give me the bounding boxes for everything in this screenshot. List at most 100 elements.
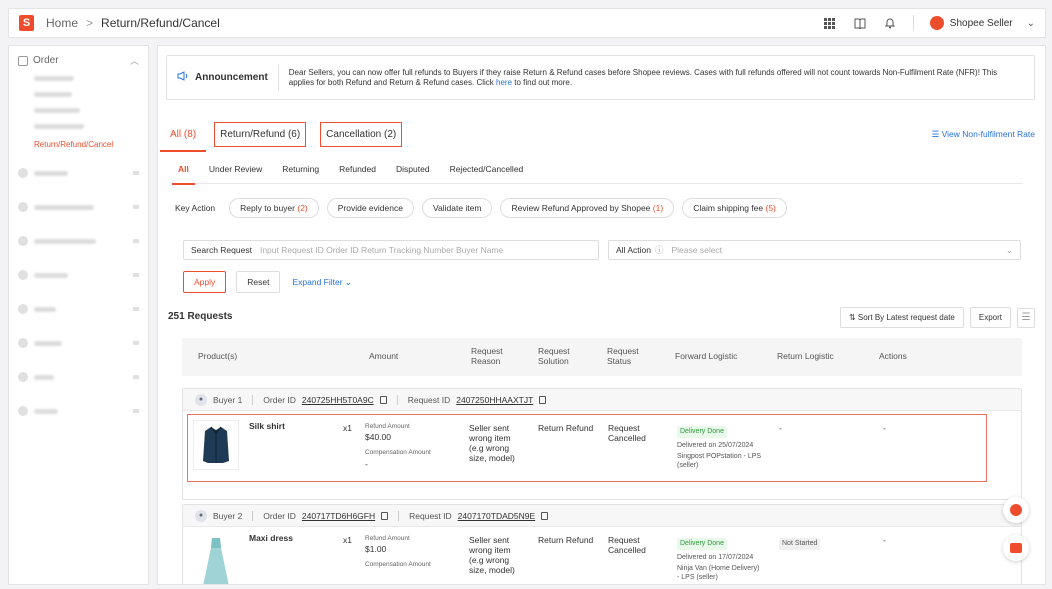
sidebar-category-blurred[interactable] xyxy=(18,270,139,280)
chevron-down-icon: ⌄ xyxy=(1005,244,1013,255)
sort-button[interactable]: ⇅ Sort By Latest request date xyxy=(840,307,964,328)
copy-icon[interactable] xyxy=(541,511,549,520)
chevron-down-icon: ⌄ xyxy=(1026,17,1035,29)
col-amount: Amount xyxy=(369,351,399,361)
chip-reply-to-buyer[interactable]: Reply to buyer (2) xyxy=(229,198,319,218)
announcement-link[interactable]: here xyxy=(496,78,512,87)
subtab-refunded[interactable]: Refunded xyxy=(339,154,376,184)
announcement-body-end: to find out more. xyxy=(512,77,573,87)
speaker-icon xyxy=(177,71,189,84)
seller-name: Shopee Seller xyxy=(949,17,1013,29)
tab-cancellation[interactable]: Cancellation (2) xyxy=(320,121,403,147)
filter-buttons: Apply Reset Expand Filter ⌄ xyxy=(183,271,352,293)
floating-assistant-button[interactable] xyxy=(1003,497,1029,523)
order-card: ● Buyer 1 Order ID 240725HH5T0A9C Reques… xyxy=(182,388,1022,500)
copy-icon[interactable] xyxy=(379,395,387,404)
reset-button[interactable]: Reset xyxy=(236,271,281,293)
chevron-down-icon xyxy=(133,171,139,175)
order-card: ● Buyer 2 Order ID 240717TD6H6GFH Reques… xyxy=(182,504,1022,584)
copy-icon[interactable] xyxy=(539,395,547,404)
key-action-row: Key Action Reply to buyer (2) Provide ev… xyxy=(175,198,787,218)
sidebar-subitem-blurred[interactable] xyxy=(34,124,84,129)
compensation-label: Compensation Amount xyxy=(365,449,431,456)
sidebar-category-blurred[interactable] xyxy=(18,372,139,382)
subtab-rejected-cancelled[interactable]: Rejected/Cancelled xyxy=(450,154,524,184)
seller-account-menu[interactable]: Shopee Seller ⌄ xyxy=(929,16,1035,30)
product-name[interactable]: Maxi dress xyxy=(249,533,293,543)
request-id-label: Request ID xyxy=(409,510,452,521)
chip-provide-evidence[interactable]: Provide evidence xyxy=(326,198,414,218)
sidebar-category-blurred[interactable] xyxy=(18,168,139,178)
sidebar-item-label: Order xyxy=(33,55,59,66)
table-row[interactable]: Silk shirt x1 Refund Amount $40.00 Compe… xyxy=(183,411,1021,501)
assistant-icon xyxy=(1010,504,1022,516)
forward-carrier: Singpost POPstation - LPS (seller) xyxy=(677,453,762,469)
chip-claim-shipping-fee[interactable]: Claim shipping fee (5) xyxy=(682,198,787,218)
request-solution: Return Refund xyxy=(538,535,594,545)
copy-icon[interactable] xyxy=(381,511,389,520)
bell-icon[interactable] xyxy=(883,16,897,30)
view-nfr-link[interactable]: ☰ View Non-fulfilment Rate xyxy=(932,129,1035,140)
column-menu-icon[interactable]: ☰ xyxy=(1017,307,1035,328)
table-row[interactable]: Maxi dress x1 Refund Amount $1.00 Compen… xyxy=(183,527,1021,584)
sidebar-subitem-blurred[interactable] xyxy=(34,92,72,97)
col-request-reason: Request Reason xyxy=(471,346,503,366)
sidebar-item-return-refund-cancel[interactable]: Return/Refund/Cancel xyxy=(34,140,139,149)
sidebar-category-blurred[interactable] xyxy=(18,406,139,416)
buyer-name[interactable]: Buyer 2 xyxy=(213,511,242,521)
order-id-label: Order ID xyxy=(263,510,296,521)
subtab-returning[interactable]: Returning xyxy=(282,154,319,184)
chevron-down-icon xyxy=(133,375,139,379)
sort-export-bar: ⇅ Sort By Latest request date Export ☰ xyxy=(840,307,1035,328)
chip-review-refund-approved[interactable]: Review Refund Approved by Shopee (1) xyxy=(500,198,675,218)
chevron-down-icon xyxy=(133,307,139,311)
search-request-input[interactable]: Search Request Input Request ID Order ID… xyxy=(183,240,599,260)
tab-return-refund[interactable]: Return/Refund (6) xyxy=(214,121,307,147)
chip-validate-item[interactable]: Validate item xyxy=(421,198,493,218)
shopee-logo-icon[interactable]: S xyxy=(19,15,34,31)
sidebar-item-order[interactable]: Order ︿ xyxy=(18,54,139,67)
book-icon[interactable] xyxy=(853,16,867,30)
request-count: 251 Requests xyxy=(168,311,233,322)
sidebar-category-blurred[interactable] xyxy=(18,338,139,348)
breadcrumb-home[interactable]: Home xyxy=(46,16,78,30)
buyer-name[interactable]: Buyer 1 xyxy=(213,395,242,405)
expand-filter-link[interactable]: Expand Filter ⌄ xyxy=(292,277,352,288)
sidebar-subitem-blurred[interactable] xyxy=(34,76,74,81)
sidebar-category-blurred[interactable] xyxy=(18,304,139,314)
floating-chat-button[interactable] xyxy=(1003,535,1029,561)
subtab-all[interactable]: All xyxy=(172,154,195,185)
apply-button[interactable]: Apply xyxy=(183,271,227,293)
subtab-under-review[interactable]: Under Review xyxy=(209,154,262,184)
order-header: ● Buyer 2 Order ID 240717TD6H6GFH Reques… xyxy=(183,505,1021,527)
sidebar-subitem-blurred[interactable] xyxy=(34,108,80,113)
request-id-link[interactable]: 2407170TDAD5N9E xyxy=(458,511,536,521)
apps-grid-icon[interactable] xyxy=(823,16,837,30)
subtab-disputed[interactable]: Disputed xyxy=(396,154,430,184)
chevron-down-icon xyxy=(133,239,139,243)
sidebar: Order ︿ Return/Refund/Cancel xyxy=(8,45,149,585)
search-placeholder: Input Request ID Order ID Return Trackin… xyxy=(259,245,504,255)
request-id-link[interactable]: 2407250HHAAXTJT xyxy=(456,395,533,405)
order-id-link[interactable]: 240717TD6H6GFH xyxy=(302,511,375,521)
compensation-label: Compensation Amount xyxy=(365,561,431,568)
tab-all[interactable]: All (8) xyxy=(159,125,207,152)
all-action-select[interactable]: All Action ⓘ Please select ⌄ xyxy=(608,240,1021,260)
divider xyxy=(912,15,914,31)
export-button[interactable]: Export xyxy=(969,307,1011,328)
sidebar-category-blurred[interactable] xyxy=(18,236,139,246)
breadcrumb-current: Return/Refund/Cancel xyxy=(101,16,220,30)
sidebar-category-blurred[interactable] xyxy=(18,202,139,212)
category-icon xyxy=(18,168,28,178)
shop-avatar xyxy=(929,16,944,30)
chat-icon xyxy=(1010,543,1022,553)
refund-amount: $40.00 xyxy=(365,432,391,442)
category-icon xyxy=(18,202,28,212)
help-icon[interactable]: ⓘ xyxy=(655,244,664,256)
forward-carrier: Ninja Van (Home Delivery) - LPS (seller) xyxy=(677,565,760,581)
order-id-label: Order ID xyxy=(263,394,296,405)
order-id-link[interactable]: 240725HH5T0A9C xyxy=(302,395,374,405)
order-icon xyxy=(18,55,28,66)
announcement-body: Dear Sellers, you can now offer full ref… xyxy=(288,67,998,87)
product-name[interactable]: Silk shirt xyxy=(249,421,285,431)
